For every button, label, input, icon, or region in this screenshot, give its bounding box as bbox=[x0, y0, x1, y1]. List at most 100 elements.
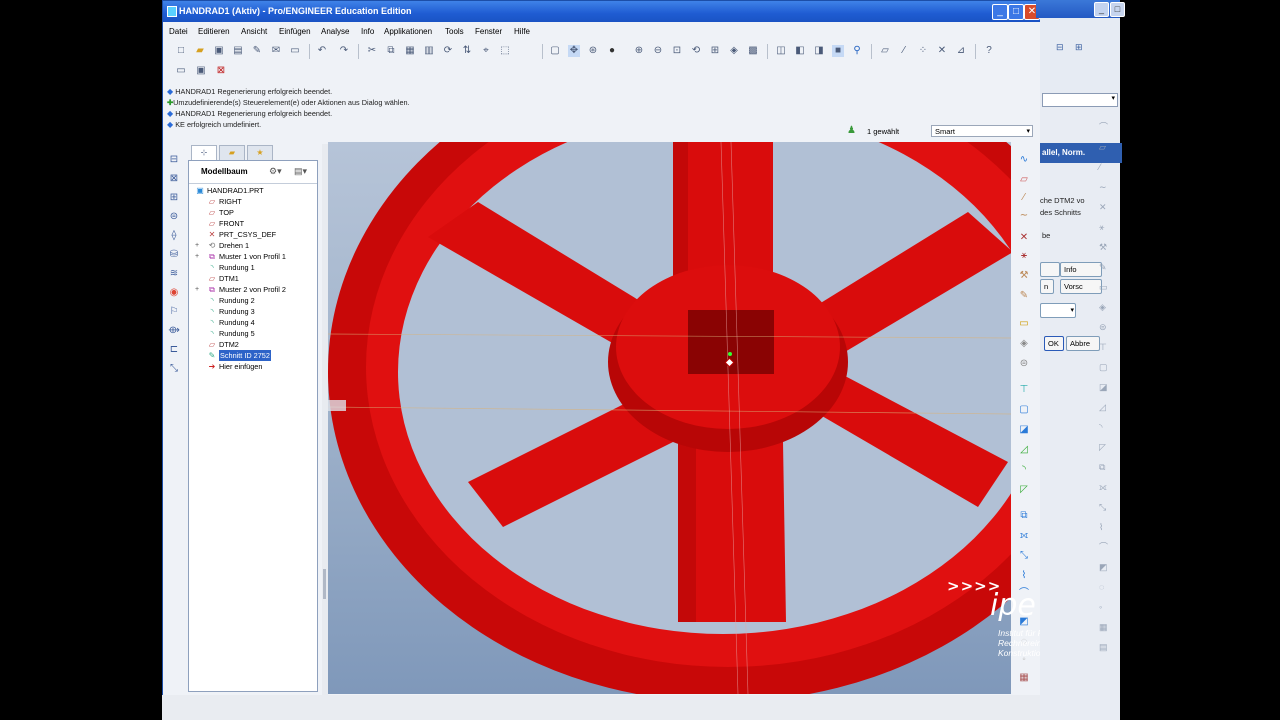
paste-special-icon[interactable]: ▥ bbox=[423, 45, 435, 57]
saved-views-icon[interactable]: ⊞ bbox=[709, 45, 721, 57]
dialog-ok-button[interactable]: OK bbox=[1044, 336, 1064, 351]
reorient-icon[interactable]: ⟲ bbox=[690, 45, 702, 57]
sketch-curve-icon[interactable]: ∼ bbox=[1017, 209, 1031, 223]
window-activate-icon[interactable]: ▭ bbox=[175, 65, 187, 77]
tab-model-tree[interactable]: ⊹ bbox=[191, 145, 217, 160]
tree-item[interactable]: ▱ TOP bbox=[189, 207, 317, 218]
menu-hilfe[interactable]: Hilfe bbox=[514, 27, 530, 36]
merge-icon[interactable]: ⤡ bbox=[1017, 549, 1031, 563]
tool-11-icon[interactable]: ⊏ bbox=[167, 343, 181, 356]
faded-tool-icon[interactable]: ◝ bbox=[1099, 422, 1111, 432]
wireframe-icon[interactable]: ◫ bbox=[775, 45, 787, 57]
csys-tool-icon[interactable]: ⚹ bbox=[1017, 249, 1031, 263]
redo-icon[interactable]: ↷ bbox=[338, 45, 350, 57]
appearance-icon[interactable]: ● bbox=[606, 45, 618, 57]
faded-tool-icon[interactable]: ◸ bbox=[1099, 442, 1111, 452]
faded-tool-icon[interactable]: ⧉ bbox=[1099, 462, 1111, 472]
mirror-icon[interactable]: ⟗ bbox=[1017, 529, 1031, 543]
datum-point-tool-icon[interactable]: ✕ bbox=[1017, 231, 1031, 245]
expand-icon[interactable]: + bbox=[195, 242, 202, 249]
context-help-icon[interactable]: ? bbox=[983, 45, 995, 57]
tree-item[interactable]: ▣ HANDRAD1.PRT bbox=[189, 185, 317, 196]
tool-4-icon[interactable]: ⊜ bbox=[167, 210, 181, 223]
faded-tool-icon[interactable]: ◿ bbox=[1099, 402, 1111, 412]
more-tools-icon[interactable]: ▦ bbox=[1017, 671, 1031, 685]
tool-6-icon[interactable]: ⛁ bbox=[167, 248, 181, 261]
window-titlebar[interactable]: HANDRAD1 (Aktiv) - Pro/ENGINEER Educatio… bbox=[163, 1, 1041, 22]
faded-tool-icon[interactable]: ▱ bbox=[1099, 142, 1111, 152]
tree-item[interactable]: ✎ Schnitt ID 2752 bbox=[189, 350, 317, 361]
menu-einfuegen[interactable]: Einfügen bbox=[279, 27, 311, 36]
datum-points-icon[interactable]: ⁘ bbox=[917, 45, 929, 57]
no-hidden-icon[interactable]: ◨ bbox=[813, 45, 825, 57]
datum-axes-icon[interactable]: ⁄ bbox=[898, 45, 910, 57]
search-tool-icon[interactable]: ⌖ bbox=[480, 45, 492, 57]
tool-7-icon[interactable]: ≋ bbox=[167, 267, 181, 280]
tree-item[interactable]: ▱ DTM2 bbox=[189, 339, 317, 350]
faded-tool-icon[interactable]: ◈ bbox=[1099, 302, 1111, 312]
dialog-maximize-button[interactable]: □ bbox=[1110, 2, 1125, 17]
expand-icon[interactable]: + bbox=[195, 253, 202, 260]
dialog-titlebar[interactable]: _ □ bbox=[1036, 0, 1125, 18]
tree-item[interactable]: ▱ RIGHT bbox=[189, 196, 317, 207]
cut-icon[interactable]: ✂ bbox=[366, 45, 378, 57]
enhanced-realism-icon[interactable]: ⚲ bbox=[851, 45, 863, 57]
tree-item[interactable]: ➔ Hier einfügen bbox=[189, 361, 317, 372]
tree-settings-icon[interactable]: ⚙▾ bbox=[269, 166, 282, 177]
revolve-tool-icon[interactable]: ◈ bbox=[1017, 337, 1031, 351]
chamfer-icon[interactable]: ◸ bbox=[1017, 483, 1031, 497]
sweep-icon[interactable]: ⊜ bbox=[1017, 357, 1031, 371]
tree-show-icon[interactable]: ▤▾ bbox=[294, 166, 307, 177]
dialog-button[interactable]: n bbox=[1040, 279, 1054, 294]
copy-icon[interactable]: ⧉ bbox=[385, 45, 397, 57]
repaint-icon[interactable]: ▢ bbox=[549, 45, 561, 57]
tree-item[interactable]: ▱ FRONT bbox=[189, 218, 317, 229]
faded-tool-icon[interactable]: ⌇ bbox=[1099, 522, 1111, 532]
tool-5-icon[interactable]: ⟠ bbox=[167, 229, 181, 242]
tool-2-icon[interactable]: ⊠ bbox=[167, 172, 181, 185]
save-icon[interactable]: ▣ bbox=[213, 45, 225, 57]
csys-display-icon[interactable]: ✕ bbox=[936, 45, 948, 57]
refit-icon[interactable]: ⊡ bbox=[671, 45, 683, 57]
tree-item[interactable]: ◝ Rundung 1 bbox=[189, 262, 317, 273]
faded-tool-icon[interactable]: ⁄ bbox=[1099, 162, 1111, 172]
faded-tool-icon[interactable]: ◌ bbox=[1099, 582, 1111, 592]
tree-item[interactable]: ▱ DTM1 bbox=[189, 273, 317, 284]
trim-icon[interactable]: ⌇ bbox=[1017, 569, 1031, 583]
rib-icon[interactable]: ◪ bbox=[1017, 423, 1031, 437]
dialog-field[interactable] bbox=[1040, 262, 1060, 277]
tree-item[interactable]: + ⟲ Drehen 1 bbox=[189, 240, 317, 251]
datum-plane-tool-icon[interactable]: ▱ bbox=[1017, 173, 1031, 187]
model-tree-icon[interactable]: ✎ bbox=[251, 45, 263, 57]
faded-tool-icon[interactable]: ✎ bbox=[1099, 262, 1111, 272]
view-manager-icon[interactable]: ▩ bbox=[747, 45, 759, 57]
faded-tool-icon[interactable]: ⌒ bbox=[1099, 122, 1111, 132]
datum-planes-icon[interactable]: ▱ bbox=[879, 45, 891, 57]
pattern-tool-icon[interactable]: ⧉ bbox=[1017, 509, 1031, 523]
hidden-line-icon[interactable]: ◧ bbox=[794, 45, 806, 57]
menu-datei[interactable]: Datei bbox=[169, 27, 188, 36]
annotation-display-icon[interactable]: ⊿ bbox=[955, 45, 967, 57]
window-open-icon[interactable]: ▣ bbox=[195, 65, 207, 77]
faded-tool-icon[interactable]: ✕ bbox=[1099, 202, 1111, 212]
splitter-grip[interactable] bbox=[323, 569, 326, 599]
spin-center-icon[interactable]: ✥ bbox=[568, 45, 580, 57]
shell-icon[interactable]: ▢ bbox=[1017, 403, 1031, 417]
menu-analyse[interactable]: Analyse bbox=[321, 27, 349, 36]
print-icon[interactable]: ▤ bbox=[232, 45, 244, 57]
tree-item[interactable]: ◝ Rundung 4 bbox=[189, 317, 317, 328]
faded-tool-icon[interactable]: ▦ bbox=[1099, 622, 1111, 632]
graphics-window[interactable] bbox=[328, 142, 1011, 694]
faded-tool-icon[interactable]: ∼ bbox=[1099, 182, 1111, 192]
tool-9-icon[interactable]: ⚐ bbox=[167, 305, 181, 318]
faded-tool-icon[interactable]: ⊜ bbox=[1099, 322, 1111, 332]
dialog-combo[interactable]: ▾ bbox=[1042, 93, 1118, 107]
paste-icon[interactable]: ▦ bbox=[404, 45, 416, 57]
faded-tool-icon[interactable]: ▢ bbox=[1099, 362, 1111, 372]
tool-10-icon[interactable]: ⟴ bbox=[167, 324, 181, 337]
faded-tool-icon[interactable]: ▤ bbox=[1099, 642, 1111, 652]
tab-favorites[interactable]: ★ bbox=[247, 145, 273, 160]
minimize-button[interactable]: _ bbox=[992, 4, 1008, 20]
zoom-out-icon[interactable]: ⊖ bbox=[652, 45, 664, 57]
draft-icon[interactable]: ◿ bbox=[1017, 443, 1031, 457]
